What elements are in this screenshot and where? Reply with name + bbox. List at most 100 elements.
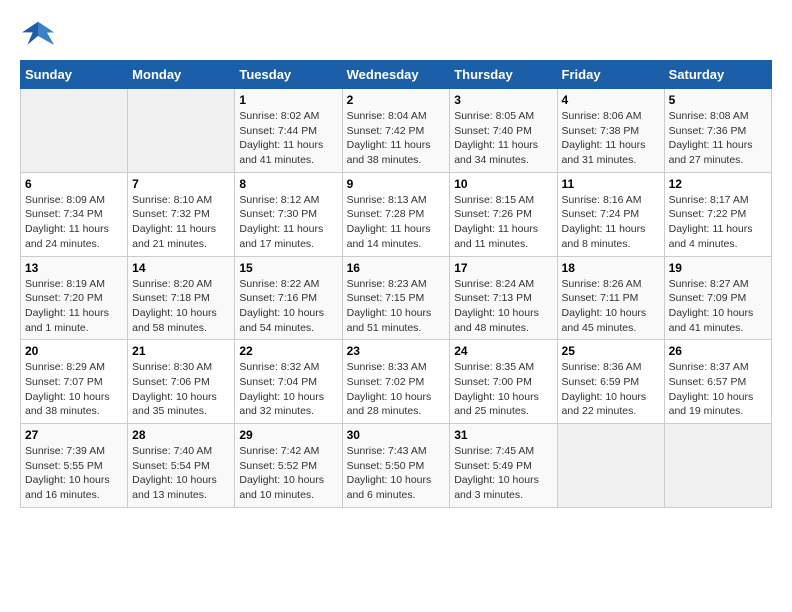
day-number: 8 — [239, 177, 337, 191]
day-info: Sunrise: 8:17 AM Sunset: 7:22 PM Dayligh… — [669, 193, 767, 252]
day-number: 26 — [669, 344, 767, 358]
day-number: 19 — [669, 261, 767, 275]
calendar-cell: 20 Sunrise: 8:29 AM Sunset: 7:07 PM Dayli… — [21, 340, 128, 424]
calendar-cell: 18 Sunrise: 8:26 AM Sunset: 7:11 PM Dayli… — [557, 256, 664, 340]
calendar-cell: 31 Sunrise: 7:45 AM Sunset: 5:49 PM Dayli… — [450, 424, 557, 508]
day-info: Sunrise: 7:40 AM Sunset: 5:54 PM Dayligh… — [132, 444, 230, 503]
header-monday: Monday — [128, 61, 235, 89]
day-info: Sunrise: 8:02 AM Sunset: 7:44 PM Dayligh… — [239, 109, 337, 168]
day-info: Sunrise: 7:42 AM Sunset: 5:52 PM Dayligh… — [239, 444, 337, 503]
day-info: Sunrise: 8:06 AM Sunset: 7:38 PM Dayligh… — [562, 109, 660, 168]
logo-icon — [20, 20, 56, 50]
day-info: Sunrise: 8:16 AM Sunset: 7:24 PM Dayligh… — [562, 193, 660, 252]
calendar-cell: 10 Sunrise: 8:15 AM Sunset: 7:26 PM Dayli… — [450, 172, 557, 256]
calendar-cell: 14 Sunrise: 8:20 AM Sunset: 7:18 PM Dayli… — [128, 256, 235, 340]
calendar-cell: 23 Sunrise: 8:33 AM Sunset: 7:02 PM Dayli… — [342, 340, 450, 424]
day-number: 21 — [132, 344, 230, 358]
day-number: 11 — [562, 177, 660, 191]
calendar-cell: 30 Sunrise: 7:43 AM Sunset: 5:50 PM Dayli… — [342, 424, 450, 508]
day-number: 18 — [562, 261, 660, 275]
calendar-cell: 19 Sunrise: 8:27 AM Sunset: 7:09 PM Dayli… — [664, 256, 771, 340]
day-number: 30 — [347, 428, 446, 442]
calendar-cell: 3 Sunrise: 8:05 AM Sunset: 7:40 PM Daylig… — [450, 89, 557, 173]
day-number: 22 — [239, 344, 337, 358]
calendar-cell — [557, 424, 664, 508]
day-number: 23 — [347, 344, 446, 358]
calendar-cell — [128, 89, 235, 173]
day-number: 31 — [454, 428, 552, 442]
calendar-cell: 9 Sunrise: 8:13 AM Sunset: 7:28 PM Daylig… — [342, 172, 450, 256]
calendar-cell: 26 Sunrise: 8:37 AM Sunset: 6:57 PM Dayli… — [664, 340, 771, 424]
day-number: 13 — [25, 261, 123, 275]
day-info: Sunrise: 8:20 AM Sunset: 7:18 PM Dayligh… — [132, 277, 230, 336]
day-info: Sunrise: 8:09 AM Sunset: 7:34 PM Dayligh… — [25, 193, 123, 252]
day-number: 2 — [347, 93, 446, 107]
day-info: Sunrise: 8:10 AM Sunset: 7:32 PM Dayligh… — [132, 193, 230, 252]
calendar-cell: 8 Sunrise: 8:12 AM Sunset: 7:30 PM Daylig… — [235, 172, 342, 256]
day-number: 14 — [132, 261, 230, 275]
day-info: Sunrise: 8:33 AM Sunset: 7:02 PM Dayligh… — [347, 360, 446, 419]
day-info: Sunrise: 8:35 AM Sunset: 7:00 PM Dayligh… — [454, 360, 552, 419]
day-info: Sunrise: 8:15 AM Sunset: 7:26 PM Dayligh… — [454, 193, 552, 252]
day-info: Sunrise: 7:39 AM Sunset: 5:55 PM Dayligh… — [25, 444, 123, 503]
day-number: 28 — [132, 428, 230, 442]
calendar-cell: 29 Sunrise: 7:42 AM Sunset: 5:52 PM Dayli… — [235, 424, 342, 508]
calendar-cell: 22 Sunrise: 8:32 AM Sunset: 7:04 PM Dayli… — [235, 340, 342, 424]
calendar-cell: 11 Sunrise: 8:16 AM Sunset: 7:24 PM Dayli… — [557, 172, 664, 256]
calendar-cell: 17Sunrise: 8:24 AM Sunset: 7:13 PM Dayli… — [450, 256, 557, 340]
day-info: Sunrise: 8:37 AM Sunset: 6:57 PM Dayligh… — [669, 360, 767, 419]
calendar-cell — [664, 424, 771, 508]
calendar-cell: 4 Sunrise: 8:06 AM Sunset: 7:38 PM Daylig… — [557, 89, 664, 173]
week-row-3: 13Sunrise: 8:19 AM Sunset: 7:20 PM Dayli… — [21, 256, 772, 340]
day-number: 10 — [454, 177, 552, 191]
day-info: Sunrise: 8:29 AM Sunset: 7:07 PM Dayligh… — [25, 360, 123, 419]
day-number: 1 — [239, 93, 337, 107]
day-number: 25 — [562, 344, 660, 358]
day-info: Sunrise: 8:22 AM Sunset: 7:16 PM Dayligh… — [239, 277, 337, 336]
logo — [20, 20, 62, 50]
day-info: Sunrise: 8:04 AM Sunset: 7:42 PM Dayligh… — [347, 109, 446, 168]
header-friday: Friday — [557, 61, 664, 89]
week-row-2: 6 Sunrise: 8:09 AM Sunset: 7:34 PM Daylig… — [21, 172, 772, 256]
day-info: Sunrise: 8:13 AM Sunset: 7:28 PM Dayligh… — [347, 193, 446, 252]
calendar-cell: 28 Sunrise: 7:40 AM Sunset: 5:54 PM Dayli… — [128, 424, 235, 508]
day-info: Sunrise: 8:32 AM Sunset: 7:04 PM Dayligh… — [239, 360, 337, 419]
calendar-cell: 1 Sunrise: 8:02 AM Sunset: 7:44 PM Daylig… — [235, 89, 342, 173]
header-thursday: Thursday — [450, 61, 557, 89]
calendar-cell: 5Sunrise: 8:08 AM Sunset: 7:36 PM Daylig… — [664, 89, 771, 173]
day-info: Sunrise: 7:43 AM Sunset: 5:50 PM Dayligh… — [347, 444, 446, 503]
calendar-table: SundayMondayTuesdayWednesdayThursdayFrid… — [20, 60, 772, 508]
calendar-cell: 24Sunrise: 8:35 AM Sunset: 7:00 PM Dayli… — [450, 340, 557, 424]
day-info: Sunrise: 7:45 AM Sunset: 5:49 PM Dayligh… — [454, 444, 552, 503]
day-number: 4 — [562, 93, 660, 107]
day-info: Sunrise: 8:24 AM Sunset: 7:13 PM Dayligh… — [454, 277, 552, 336]
day-info: Sunrise: 8:30 AM Sunset: 7:06 PM Dayligh… — [132, 360, 230, 419]
calendar-cell: 2 Sunrise: 8:04 AM Sunset: 7:42 PM Daylig… — [342, 89, 450, 173]
day-info: Sunrise: 8:08 AM Sunset: 7:36 PM Dayligh… — [669, 109, 767, 168]
day-info: Sunrise: 8:26 AM Sunset: 7:11 PM Dayligh… — [562, 277, 660, 336]
day-number: 7 — [132, 177, 230, 191]
day-info: Sunrise: 8:12 AM Sunset: 7:30 PM Dayligh… — [239, 193, 337, 252]
day-info: Sunrise: 8:36 AM Sunset: 6:59 PM Dayligh… — [562, 360, 660, 419]
day-number: 20 — [25, 344, 123, 358]
calendar-cell: 15 Sunrise: 8:22 AM Sunset: 7:16 PM Dayli… — [235, 256, 342, 340]
day-number: 16 — [347, 261, 446, 275]
calendar-header-row: SundayMondayTuesdayWednesdayThursdayFrid… — [21, 61, 772, 89]
day-number: 9 — [347, 177, 446, 191]
day-number: 6 — [25, 177, 123, 191]
week-row-5: 27Sunrise: 7:39 AM Sunset: 5:55 PM Dayli… — [21, 424, 772, 508]
day-info: Sunrise: 8:05 AM Sunset: 7:40 PM Dayligh… — [454, 109, 552, 168]
day-info: Sunrise: 8:27 AM Sunset: 7:09 PM Dayligh… — [669, 277, 767, 336]
page-header — [20, 20, 772, 50]
day-number: 12 — [669, 177, 767, 191]
calendar-cell: 25 Sunrise: 8:36 AM Sunset: 6:59 PM Dayli… — [557, 340, 664, 424]
day-number: 15 — [239, 261, 337, 275]
header-wednesday: Wednesday — [342, 61, 450, 89]
calendar-cell: 6 Sunrise: 8:09 AM Sunset: 7:34 PM Daylig… — [21, 172, 128, 256]
day-number: 29 — [239, 428, 337, 442]
calendar-cell: 16Sunrise: 8:23 AM Sunset: 7:15 PM Dayli… — [342, 256, 450, 340]
calendar-cell: 13Sunrise: 8:19 AM Sunset: 7:20 PM Dayli… — [21, 256, 128, 340]
calendar-cell: 7 Sunrise: 8:10 AM Sunset: 7:32 PM Daylig… — [128, 172, 235, 256]
header-tuesday: Tuesday — [235, 61, 342, 89]
day-number: 3 — [454, 93, 552, 107]
